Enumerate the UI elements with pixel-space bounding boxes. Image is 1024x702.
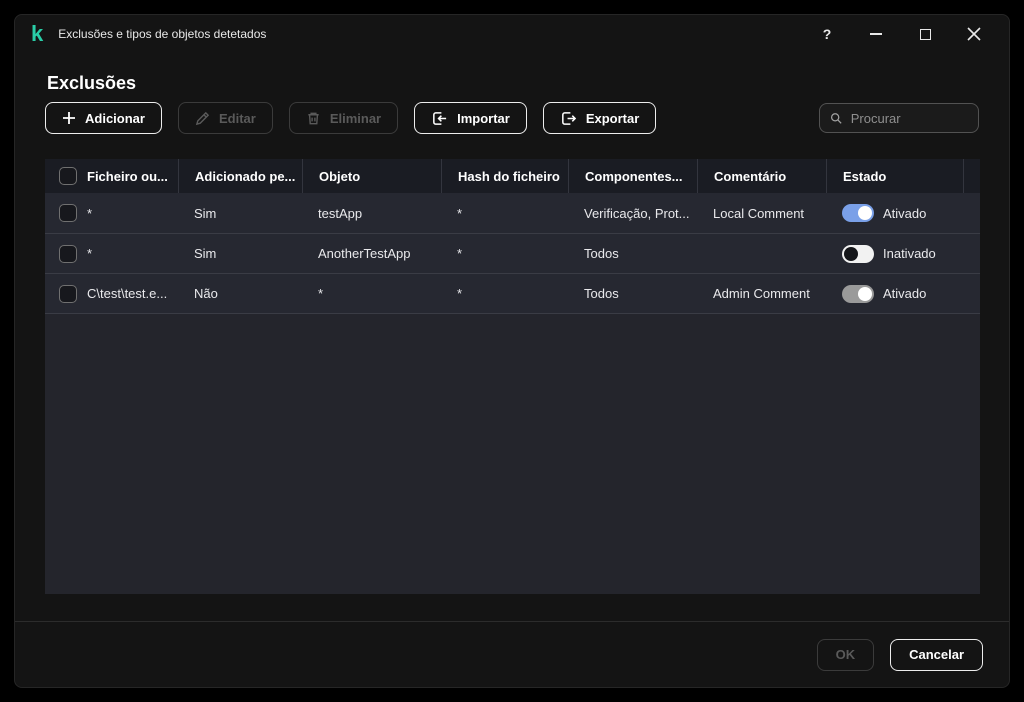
cell-hash: *	[457, 286, 463, 301]
pencil-icon	[195, 111, 210, 125]
row-checkbox[interactable]	[59, 204, 77, 222]
cell-added-by: Não	[194, 286, 218, 301]
import-button[interactable]: Importar	[414, 102, 527, 134]
column-header[interactable]: Hash do ficheiro	[441, 159, 568, 193]
cell-components: Todos	[584, 286, 619, 301]
state-label: Ativado	[883, 205, 927, 221]
minimize-icon	[870, 33, 882, 35]
state-toggle[interactable]	[842, 244, 874, 263]
plus-icon	[63, 112, 75, 124]
column-header[interactable]: Adicionado pe...	[178, 159, 302, 193]
maximize-icon	[919, 28, 931, 40]
toggle-knob	[858, 206, 872, 220]
minimize-button[interactable]	[867, 25, 885, 43]
cell-hash: *	[457, 246, 463, 261]
column-header[interactable]: Comentário	[697, 159, 826, 193]
column-header[interactable]: Estado	[826, 159, 963, 193]
cell-components: Todos	[584, 246, 619, 261]
row-checkbox[interactable]	[59, 244, 77, 263]
cell-hash: *	[457, 205, 463, 221]
page-title: Exclusões	[47, 73, 137, 93]
select-all-checkbox[interactable]	[59, 167, 77, 185]
column-header-spacer	[963, 159, 980, 193]
footer-bar: OK Cancelar	[15, 621, 1009, 687]
cell-added-by: Sim	[194, 246, 217, 261]
add-button[interactable]: Adicionar	[45, 102, 162, 134]
cell-object: *	[318, 286, 324, 301]
ok-button[interactable]: OK	[816, 638, 875, 671]
cell-components: Verificação, Prot...	[584, 205, 690, 221]
export-button[interactable]: Exportar	[542, 102, 657, 134]
cell-file: C\test\test.e...	[87, 286, 168, 301]
search-input[interactable]	[850, 110, 968, 126]
column-header[interactable]: Componentes...	[568, 159, 697, 193]
table-body: * Sim testApp * Verificação, Prot... Loc…	[45, 193, 980, 313]
title-bar: k Exclusões e tipos de objetos detetados…	[15, 15, 1009, 53]
import-icon	[433, 111, 447, 125]
cell-object: AnotherTestApp	[318, 246, 411, 261]
close-button[interactable]	[965, 25, 983, 43]
column-header[interactable]: Objeto	[302, 159, 441, 193]
table-row[interactable]: * Sim testApp * Verificação, Prot... Loc…	[45, 193, 980, 233]
close-icon	[967, 27, 981, 41]
edit-button[interactable]: Editar	[177, 102, 273, 134]
trash-icon	[308, 112, 319, 124]
cancel-button[interactable]: Cancelar	[890, 638, 983, 671]
toolbar: Adicionar Editar Eliminar Importar Expor…	[45, 102, 979, 134]
help-button[interactable]: ?	[818, 25, 836, 43]
search-box	[819, 103, 979, 133]
table-empty-area	[45, 313, 980, 594]
window-controls: ?	[818, 25, 983, 43]
search-icon	[830, 112, 842, 124]
window-title: Exclusões e tipos de objetos detetados	[58, 27, 267, 41]
cell-file: *	[87, 205, 93, 221]
table-header-row: Ficheiro ou... Adicionado pe... Objeto Hash…	[45, 159, 980, 193]
cell-comment: Admin Comment	[713, 286, 810, 301]
kaspersky-logo-icon: k	[31, 21, 43, 46]
cell-spacer	[963, 234, 980, 273]
cell-spacer	[963, 193, 980, 233]
cell-added-by: Sim	[194, 205, 217, 221]
column-header[interactable]: Ficheiro ou...	[45, 159, 178, 193]
cell-comment	[697, 234, 826, 273]
toggle-knob	[858, 286, 872, 301]
cell-spacer	[963, 274, 980, 313]
state-label: Inativado	[883, 246, 936, 261]
state-toggle[interactable]	[842, 204, 874, 222]
dialog-window: k Exclusões e tipos de objetos detetados…	[14, 14, 1010, 688]
toggle-knob	[844, 246, 858, 261]
export-icon	[561, 111, 577, 125]
state-toggle[interactable]	[842, 284, 874, 303]
help-icon: ?	[822, 26, 832, 42]
state-label: Ativado	[883, 286, 927, 301]
cell-object: testApp	[318, 205, 363, 221]
delete-button[interactable]: Eliminar	[288, 102, 399, 134]
maximize-button[interactable]	[916, 25, 934, 43]
cell-file: *	[87, 246, 93, 261]
row-checkbox[interactable]	[59, 284, 77, 303]
table-row[interactable]: C\test\test.e... Não * * Todos Admin Com…	[45, 273, 980, 313]
exclusions-table: Ficheiro ou... Adicionado pe... Objeto Hash…	[45, 159, 980, 594]
table-row[interactable]: * Sim AnotherTestApp * Todos Inativado	[45, 233, 980, 273]
cell-comment: Local Comment	[713, 205, 805, 221]
